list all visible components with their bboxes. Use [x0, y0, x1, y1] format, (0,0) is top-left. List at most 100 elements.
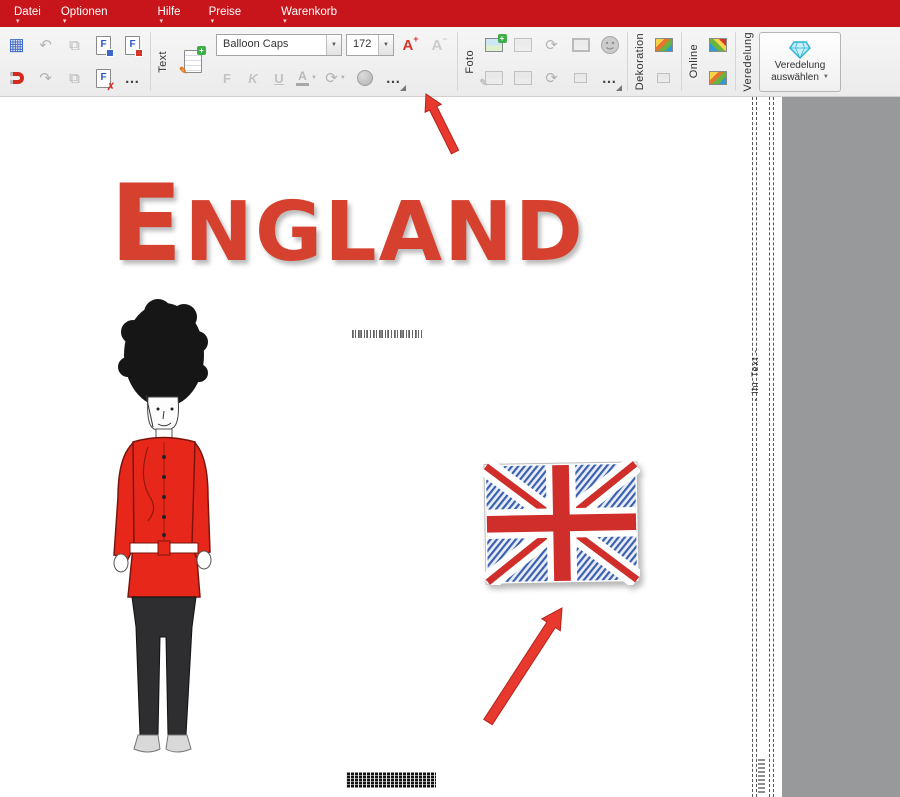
veredelung-button-line1: Veredelung — [775, 60, 826, 71]
royal-guard-clipart[interactable] — [88, 297, 238, 767]
chevron-down-icon: ▼ — [823, 74, 829, 80]
design-canvas[interactable]: England — [0, 97, 752, 797]
union-jack-clipart[interactable] — [483, 461, 640, 585]
plus-icon: + — [413, 34, 418, 44]
apply-style-all-button[interactable]: F — [119, 32, 146, 59]
font-size-decrease-button[interactable]: A − — [426, 32, 453, 59]
clipboard-row-1: ▦ ↶ ⧉ F F — [2, 29, 147, 62]
menu-label: Hilfe — [158, 6, 181, 18]
doc-style-icon: F — [96, 36, 111, 55]
red-badge-icon — [135, 49, 143, 57]
doc-style-icon: F — [125, 36, 140, 55]
toolbar-separator — [457, 32, 458, 91]
chevron-down-icon[interactable]: ▼ — [378, 35, 393, 55]
clear-style-button[interactable]: F ✗ — [90, 65, 117, 92]
text-shape-circle-button[interactable] — [351, 65, 378, 92]
dekoration-row-1 — [649, 29, 678, 62]
chevron-down-icon: ▾ — [283, 18, 287, 25]
add-text-button[interactable]: + ✎ — [174, 37, 212, 87]
refresh-photo-button[interactable]: ⟳ — [538, 32, 565, 59]
font-family-select[interactable]: Balloon Caps ▼ — [216, 34, 342, 56]
chevron-down-icon: ▼ — [311, 75, 317, 81]
online-row-1 — [703, 29, 732, 62]
photo-icon: ✎ — [485, 71, 503, 85]
redo-icon: ↷ — [39, 69, 52, 87]
text-row-1: Balloon Caps ▼ 172 ▼ A + A − — [214, 29, 454, 62]
font-size-value: 172 — [347, 35, 378, 55]
veredelung-select-button[interactable]: Veredelung auswählen ▼ — [759, 32, 841, 92]
magnet-snap-button[interactable] — [3, 65, 30, 92]
bearskin-hat — [118, 299, 208, 407]
rotate-photo-button[interactable]: ⟳ — [538, 65, 565, 92]
rotate-icon: ⟳ — [545, 36, 558, 54]
bleed-dashed-line — [773, 97, 774, 797]
undo-button[interactable]: ↶ — [32, 32, 59, 59]
dekoration-group — [649, 27, 678, 96]
page-boundary-dashed-line — [756, 97, 757, 797]
workspace: England — [0, 97, 900, 797]
redo-button[interactable]: ↷ — [32, 65, 59, 92]
smiley-icon — [600, 35, 620, 55]
veredelung-section-label: Veredelung — [742, 32, 754, 92]
ellipsis-icon: … — [602, 70, 618, 87]
ellipsis-icon: … — [386, 70, 402, 87]
chevron-down-icon[interactable]: ▼ — [326, 35, 341, 55]
foto-more-button[interactable]: … — [596, 65, 623, 92]
foto-row-2: ✎ ⟳ … — [479, 62, 624, 95]
menu-item-optionen[interactable]: Optionen ▾ — [51, 0, 118, 27]
pasteboard-area — [782, 97, 900, 797]
minus-icon: − — [442, 34, 447, 44]
diamond-icon — [789, 41, 811, 59]
pencil-icon: ✎ — [179, 68, 187, 76]
menu-item-preise[interactable]: Preise ▾ — [199, 0, 252, 27]
edit-photo-button[interactable]: ✎ — [480, 65, 507, 92]
online-group — [703, 27, 732, 96]
dekoration-small-button[interactable] — [650, 65, 677, 92]
bold-button[interactable]: F — [215, 65, 239, 92]
font-color-button[interactable]: A ▼ — [293, 65, 320, 92]
menu-item-warenkorb[interactable]: Warenkorb ▾ — [271, 0, 347, 27]
online-gallery-icon — [709, 38, 727, 52]
menu-item-hilfe[interactable]: Hilfe ▾ — [148, 0, 191, 27]
apply-style-front-button[interactable]: F — [90, 32, 117, 59]
table-grid-button[interactable]: ▦ — [3, 32, 30, 59]
clipboard-group: ▦ ↶ ⧉ F F — [2, 27, 147, 96]
text-more-button[interactable]: … — [380, 65, 407, 92]
copy-pages-button[interactable]: ⧉ — [61, 32, 88, 59]
font-color-icon: A — [296, 70, 309, 86]
underline-button[interactable]: U — [267, 65, 291, 92]
replace-photo-button[interactable] — [509, 65, 536, 92]
frame-photo-button[interactable] — [567, 32, 594, 59]
rotate-icon: ⟳ — [325, 69, 338, 87]
swap-photo-button[interactable] — [509, 32, 536, 59]
canvas-title-text[interactable]: England — [110, 165, 585, 284]
ellipsis-icon: … — [125, 70, 141, 87]
veredelung-button-line2: auswählen — [771, 72, 819, 83]
circle-icon — [357, 70, 373, 86]
dekoration-section-label: Dekoration — [634, 33, 646, 90]
online-designs-button[interactable] — [704, 32, 731, 59]
text-group: Balloon Caps ▼ 172 ▼ A + A − F — [214, 27, 454, 96]
text-rotate-button[interactable]: ⟳ ▼ — [322, 65, 349, 92]
smiley-button[interactable] — [596, 32, 623, 59]
photo-icon — [514, 71, 532, 85]
page-boundary-dashed-line — [752, 97, 753, 797]
online-photos-button[interactable] — [704, 65, 731, 92]
copy-icon: ⧉ — [69, 37, 80, 54]
font-size-select[interactable]: 172 ▼ — [346, 34, 394, 56]
letter-a-icon: A — [402, 38, 413, 53]
photo-icon — [514, 38, 532, 52]
clipboard-more-button[interactable]: … — [119, 65, 146, 92]
photo-thumbnail-button[interactable] — [567, 65, 594, 92]
barcode-mark — [346, 772, 436, 788]
copy-button[interactable]: ⧉ — [61, 65, 88, 92]
chevron-down-icon: ▾ — [160, 18, 164, 25]
menu-item-datei[interactable]: Datei ▾ — [4, 0, 51, 27]
add-dekoration-button[interactable] — [650, 32, 677, 59]
photo-icon — [574, 73, 587, 83]
font-size-increase-button[interactable]: A + — [397, 32, 424, 59]
chevron-down-icon: ▼ — [340, 75, 346, 81]
italic-button[interactable]: K — [241, 65, 265, 92]
new-text-doc-icon: + ✎ — [184, 50, 202, 73]
add-photo-button[interactable]: + — [480, 32, 507, 59]
